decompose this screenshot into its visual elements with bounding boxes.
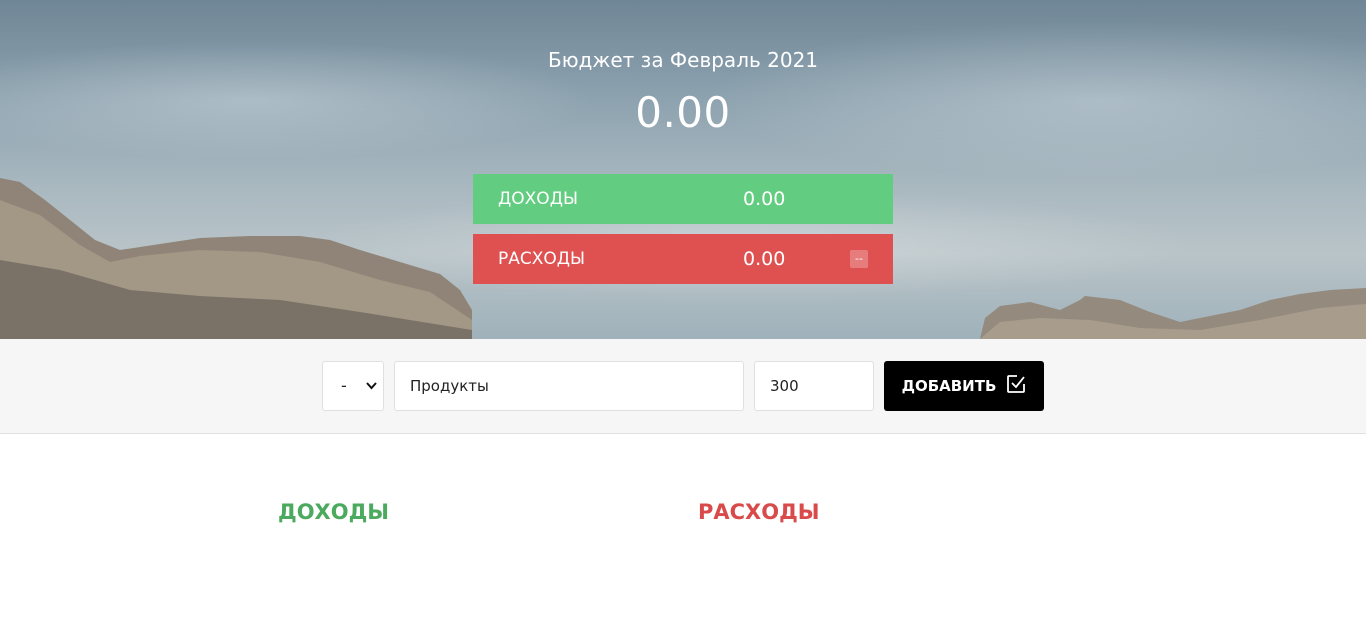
income-summary: Доходы 0.00 (473, 174, 893, 224)
chevron-down-icon (366, 362, 377, 431)
budget-header: Бюджет за Февраль 2021 0.00 Доходы 0.00 … (0, 0, 1366, 339)
budget-total: 0.00 (635, 88, 731, 137)
add-item-bar: - ДОБАВИТЬ (0, 339, 1366, 434)
description-input[interactable] (394, 361, 744, 411)
expense-summary-value: 0.00 (743, 248, 786, 270)
expense-summary-label: Расходы (498, 249, 586, 269)
budget-title: Бюджет за Февраль 2021 (547, 48, 819, 72)
expense-list (698, 540, 1098, 620)
check-square-icon (1006, 374, 1026, 398)
add-button-label: ДОБАВИТЬ (901, 377, 997, 395)
expense-percentage-badge: -- (850, 250, 868, 268)
income-summary-label: Доходы (498, 189, 578, 209)
amount-input[interactable] (754, 361, 874, 411)
income-list (278, 540, 678, 620)
expense-summary: Расходы 0.00 -- (473, 234, 893, 284)
income-summary-value: 0.00 (743, 188, 786, 210)
income-list-title: Доходы (278, 500, 390, 524)
type-select[interactable]: - (322, 361, 384, 411)
expense-list-title: Расходы (698, 500, 820, 524)
add-button[interactable]: ДОБАВИТЬ (884, 361, 1044, 411)
type-select-value: - (341, 376, 347, 395)
